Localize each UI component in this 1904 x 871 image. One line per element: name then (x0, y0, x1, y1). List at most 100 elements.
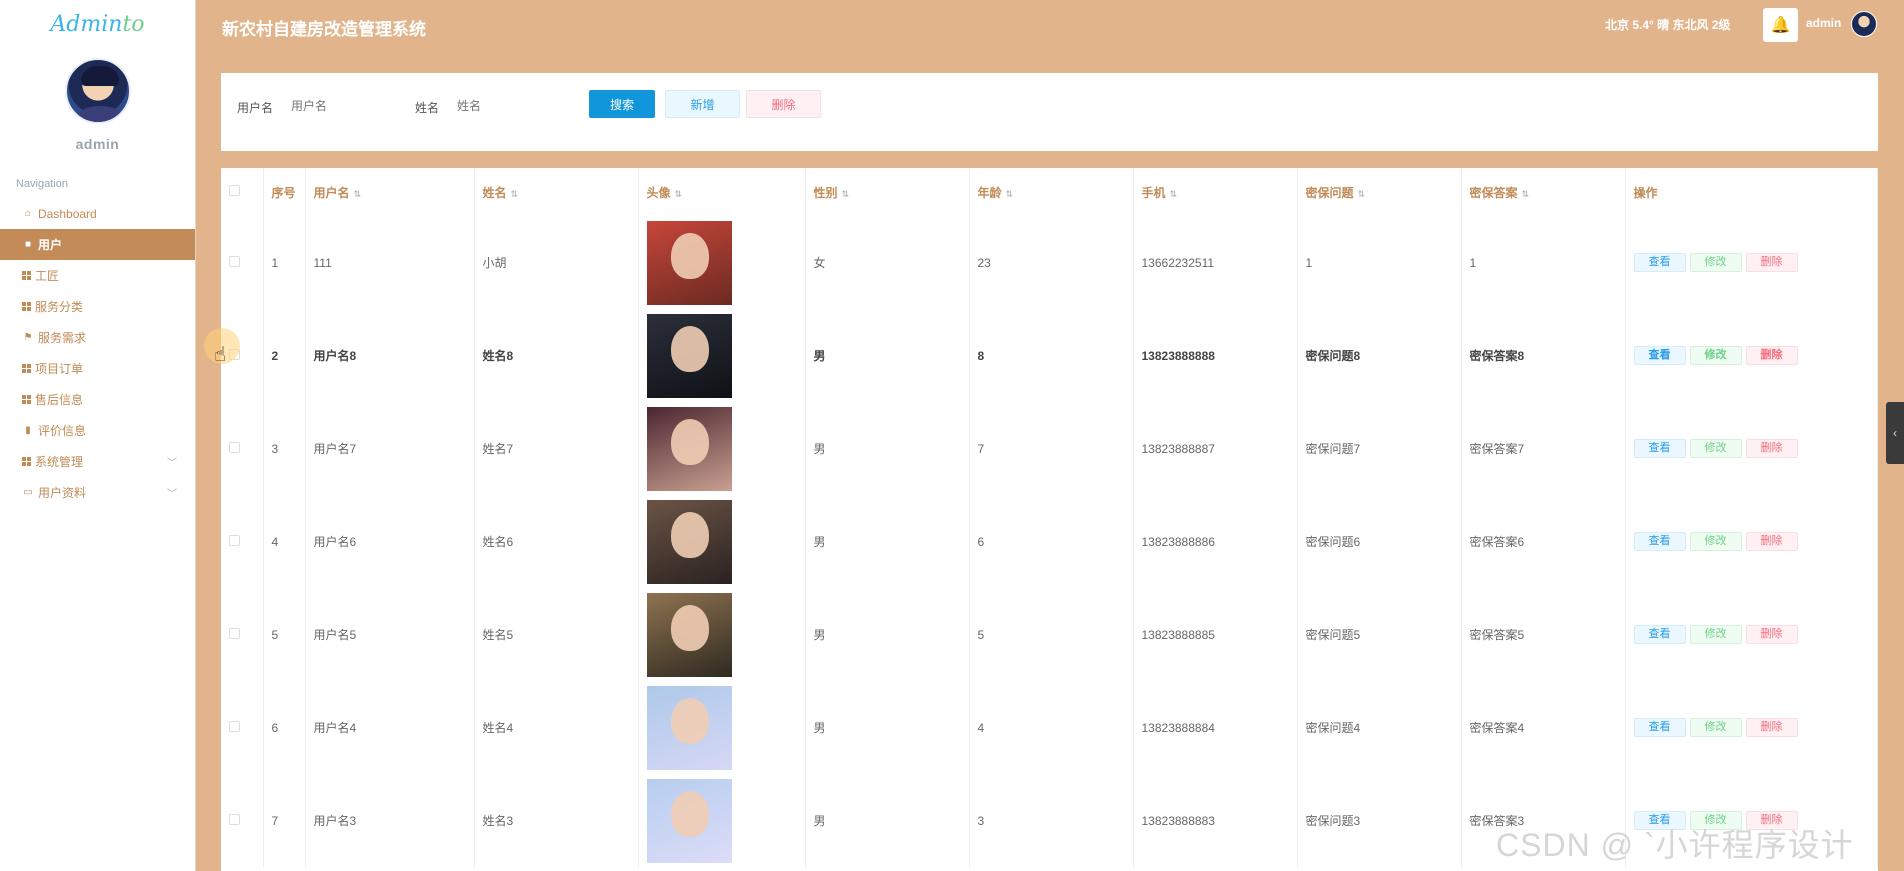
avatar[interactable] (646, 499, 732, 584)
sidebar-item-after-sale[interactable]: 售后信息 (0, 384, 195, 415)
age-cell: 23 (969, 216, 1134, 309)
row-select-cell[interactable] (221, 216, 264, 309)
side-panel-toggle[interactable]: ‹ (1886, 402, 1904, 464)
row-delete-button[interactable]: 删除 (1745, 346, 1798, 365)
avatar[interactable] (646, 778, 732, 863)
avatar[interactable] (64, 58, 131, 124)
edit-button[interactable]: 修改 (1689, 532, 1742, 551)
phone-cell: 13823888888 (1133, 309, 1298, 402)
sort-icon[interactable]: ⇅ (1006, 189, 1014, 199)
row-checkbox[interactable] (229, 441, 240, 453)
sort-icon[interactable]: ⇅ (675, 189, 683, 199)
column-header[interactable]: 性别 ⇅ (805, 168, 970, 216)
column-header[interactable]: 头像 ⇅ (638, 168, 806, 216)
sidebar-item-dashboard[interactable]: ⌂ Dashboard (0, 198, 195, 229)
column-header[interactable]: 用户名 ⇅ (305, 168, 475, 216)
row-checkbox[interactable] (229, 627, 240, 639)
row-select-cell[interactable] (221, 402, 264, 495)
hand-cursor-icon: ☝ (214, 344, 227, 366)
row-delete-button[interactable]: 删除 (1745, 625, 1798, 644)
row-index: 2 (263, 309, 306, 402)
view-button[interactable]: 查看 (1633, 439, 1686, 458)
row-checkbox[interactable] (229, 534, 240, 546)
username-search-input[interactable] (291, 99, 401, 113)
avatar[interactable] (646, 313, 732, 398)
column-header[interactable]: 年龄 ⇅ (969, 168, 1134, 216)
row-delete-button[interactable]: 删除 (1745, 532, 1798, 551)
sort-icon[interactable]: ⇅ (1170, 189, 1178, 199)
column-header[interactable]: 密保答案 ⇅ (1461, 168, 1626, 216)
select-all-header[interactable] (221, 168, 264, 216)
avatar[interactable] (646, 592, 732, 677)
table-row[interactable]: 1 111 小胡女 23 13662232511 1 1 查看 修改 删除 (221, 216, 1878, 309)
view-button[interactable]: 查看 (1633, 253, 1686, 272)
security-answer-cell: 密保答案6 (1461, 495, 1626, 588)
column-header: 序号 (263, 168, 306, 216)
sidebar-item-system[interactable]: 系统管理 ﹀ (0, 446, 195, 477)
sidebar-item-service-demand[interactable]: ⚑ 服务需求 (0, 322, 195, 353)
sidebar-item-user-profile[interactable]: ▭ 用户资料 ﹀ (0, 477, 195, 508)
table-row[interactable]: 3 用户名7 姓名7 男 7 13823888887 密保问题7 密保答案7 查看 修改 删除 (221, 402, 1878, 495)
view-button[interactable]: 查看 (1633, 532, 1686, 551)
logo-main-text: Admin (50, 12, 123, 37)
sidebar-item-service-category[interactable]: 服务分类 (0, 291, 195, 322)
row-select-cell[interactable] (221, 681, 264, 774)
view-button[interactable]: 查看 (1633, 718, 1686, 737)
top-user-name[interactable]: admin (1806, 16, 1841, 30)
sort-icon[interactable]: ⇅ (354, 189, 362, 199)
sidebar-item-label: 项目订单 (35, 362, 84, 376)
table-row[interactable]: 6 用户名4 姓名4 男 4 13823888884 密保问题4 密保答案4 查看 修改 删除 (221, 681, 1878, 774)
view-button[interactable]: 查看 (1633, 625, 1686, 644)
security-question-cell: 密保问题6 (1297, 495, 1462, 588)
row-select-cell[interactable] (221, 588, 264, 681)
column-header[interactable]: 密保问题 ⇅ (1297, 168, 1462, 216)
sort-icon[interactable]: ⇅ (511, 189, 519, 199)
sidebar-item-users[interactable]: ■ 用户 (0, 229, 195, 260)
search-button[interactable]: 搜索 (589, 90, 655, 118)
row-delete-button[interactable]: 删除 (1745, 253, 1798, 272)
row-delete-button[interactable]: 删除 (1745, 439, 1798, 458)
row-select-cell[interactable] (221, 495, 264, 588)
avatar[interactable] (646, 406, 732, 491)
table-row[interactable]: 4 用户名6 姓名6 男 6 13823888886 密保问题6 密保答案6 查看 修改 删除 (221, 495, 1878, 588)
add-button[interactable]: 新增 (665, 90, 740, 118)
actions-cell: 查看 修改 删除 (1625, 309, 1878, 402)
bell-icon[interactable]: 🔔 (1763, 8, 1798, 42)
security-answer-cell: 密保答案4 (1461, 681, 1626, 774)
sidebar-item-review[interactable]: ▮ 评价信息 (0, 415, 195, 446)
sort-icon[interactable]: ⇅ (1522, 189, 1530, 199)
name-search-input[interactable] (457, 99, 567, 113)
sort-icon[interactable]: ⇅ (1358, 189, 1366, 199)
username-label: 用户名 (237, 101, 274, 115)
avatar[interactable] (1851, 11, 1877, 37)
sidebar-item-craftsman[interactable]: 工匠 (0, 260, 195, 291)
row-checkbox[interactable] (229, 255, 240, 267)
edit-button[interactable]: 修改 (1689, 625, 1742, 644)
chevron-down-icon: ﹀ (167, 458, 177, 469)
sort-icon[interactable]: ⇅ (842, 189, 850, 199)
view-button[interactable]: 查看 (1633, 346, 1686, 365)
logo[interactable]: Adminto (0, 0, 195, 46)
row-select-cell[interactable] (221, 774, 264, 867)
table-row[interactable]: 5 用户名5 姓名5 男 5 13823888885 密保问题5 密保答案5 查看 修改 删除 (221, 588, 1878, 681)
sidebar-item-project-order[interactable]: 项目订单 (0, 353, 195, 384)
column-header[interactable]: 手机 ⇅ (1133, 168, 1298, 216)
column-header[interactable]: 姓名 ⇅ (474, 168, 639, 216)
avatar[interactable] (646, 685, 732, 770)
edit-button[interactable]: 修改 (1689, 718, 1742, 737)
row-delete-button[interactable]: 删除 (1745, 718, 1798, 737)
name-cell: 姓名6 (474, 495, 639, 588)
table-row[interactable]: 2 用户名8 姓名8 男 8 13823888888 密保问题8 密保答案8 查看 修改 删除 (221, 309, 1878, 402)
row-checkbox[interactable] (229, 813, 240, 825)
edit-button[interactable]: 修改 (1689, 253, 1742, 272)
edit-button[interactable]: 修改 (1689, 346, 1742, 365)
row-checkbox[interactable] (229, 720, 240, 732)
gender-cell: 男 (805, 495, 970, 588)
gender-cell: 男 (805, 309, 970, 402)
avatar[interactable] (646, 220, 732, 305)
delete-button[interactable]: 删除 (746, 90, 821, 118)
edit-button[interactable]: 修改 (1689, 439, 1742, 458)
select-all-checkbox[interactable] (229, 185, 240, 196)
grid-icon (22, 457, 31, 466)
sidebar-item-label: 服务分类 (35, 300, 84, 314)
